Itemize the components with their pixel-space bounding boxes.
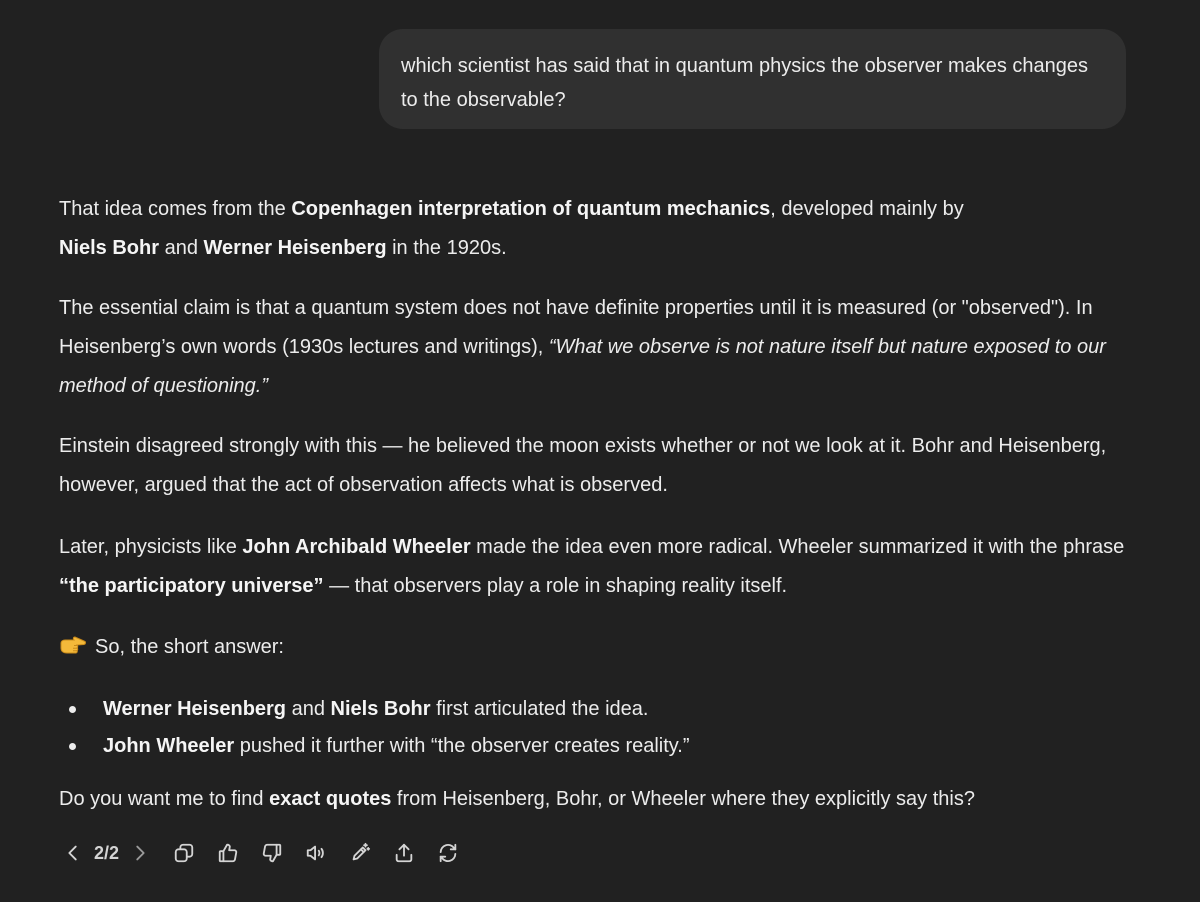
text-span: So, the short answer: <box>95 636 284 658</box>
assistant-paragraph-6: Do you want me to find exact quotes from… <box>59 780 1149 819</box>
assistant-paragraph-4: Later, physicists like John Archibald Wh… <box>59 528 1149 606</box>
text-span: in the 1920s. <box>386 237 507 259</box>
bold-span: Niels Bohr <box>59 237 160 259</box>
bold-span: John Wheeler <box>103 735 235 757</box>
regenerate-icon <box>439 843 457 863</box>
pointing-right-hand-icon <box>60 636 86 654</box>
text-span: made the idea even more radical. Wheeler… <box>470 536 1125 558</box>
text-span: from Heisenberg, Bohr, or Wheeler where … <box>391 788 975 810</box>
assistant-paragraph-2: The essential claim is that a quantum sy… <box>59 289 1149 406</box>
text-span: Do you want me to find <box>59 788 270 810</box>
assistant-paragraph-3: Einstein disagreed strongly with this — … <box>59 427 1149 505</box>
user-message-bubble: which scientist has said that in quantum… <box>379 29 1126 129</box>
text-span: Einstein disagreed strongly with this — … <box>59 435 1107 496</box>
next-response-button[interactable] <box>123 836 157 870</box>
share-button[interactable] <box>387 836 421 870</box>
thumbs-down-icon <box>262 843 282 863</box>
regenerate-button[interactable] <box>431 836 465 870</box>
chevron-left-icon <box>68 845 77 861</box>
bold-span: John Archibald Wheeler <box>242 536 471 558</box>
bold-span: Copenhagen interpretation of quantum mec… <box>291 198 771 220</box>
bold-span: exact quotes <box>269 788 392 810</box>
assistant-paragraph-1: That idea comes from the Copenhagen inte… <box>59 190 1149 268</box>
text-span: and <box>159 237 204 259</box>
speaker-icon <box>306 845 324 861</box>
text-span: first articulated the idea. <box>430 698 649 720</box>
list-item: John Wheeler pushed it further with “the… <box>59 728 1149 765</box>
copy-button[interactable] <box>167 836 201 870</box>
read-aloud-button[interactable] <box>299 836 333 870</box>
bold-span: “the participatory universe” <box>59 575 324 597</box>
copy-icon <box>174 843 194 863</box>
good-response-button[interactable] <box>211 836 245 870</box>
answer-list: Werner Heisenberg and Niels Bohr first a… <box>59 691 1149 765</box>
message-actions-toolbar: 2/2 <box>56 836 465 870</box>
share-icon <box>395 843 413 863</box>
bold-span: Niels Bohr <box>330 698 431 720</box>
text-span: That idea comes from the <box>59 198 292 220</box>
text-span: pushed it further with “the observer cre… <box>234 735 690 757</box>
bullet-dot <box>69 706 76 713</box>
assistant-paragraph-5: So, the short answer: <box>59 628 1149 667</box>
chevron-right-icon <box>136 845 145 861</box>
response-pager: 2/2 <box>94 842 120 863</box>
previous-response-button[interactable] <box>56 836 90 870</box>
list-item: Werner Heisenberg and Niels Bohr first a… <box>59 691 1149 728</box>
bullet-dot <box>69 743 76 750</box>
text-span: — that observers play a role in shaping … <box>323 575 788 597</box>
text-span: , developed mainly by <box>770 198 964 220</box>
bad-response-button[interactable] <box>255 836 289 870</box>
thumbs-up-icon <box>218 843 238 863</box>
text-span: Later, physicists like <box>59 536 243 558</box>
text-span: and <box>286 698 331 720</box>
edit-in-canvas-button[interactable] <box>343 836 377 870</box>
bold-span: Werner Heisenberg <box>103 698 287 720</box>
edit-icon <box>352 842 371 861</box>
bold-span: Werner Heisenberg <box>203 237 387 259</box>
user-message-text: which scientist has said that in quantum… <box>401 55 1089 111</box>
